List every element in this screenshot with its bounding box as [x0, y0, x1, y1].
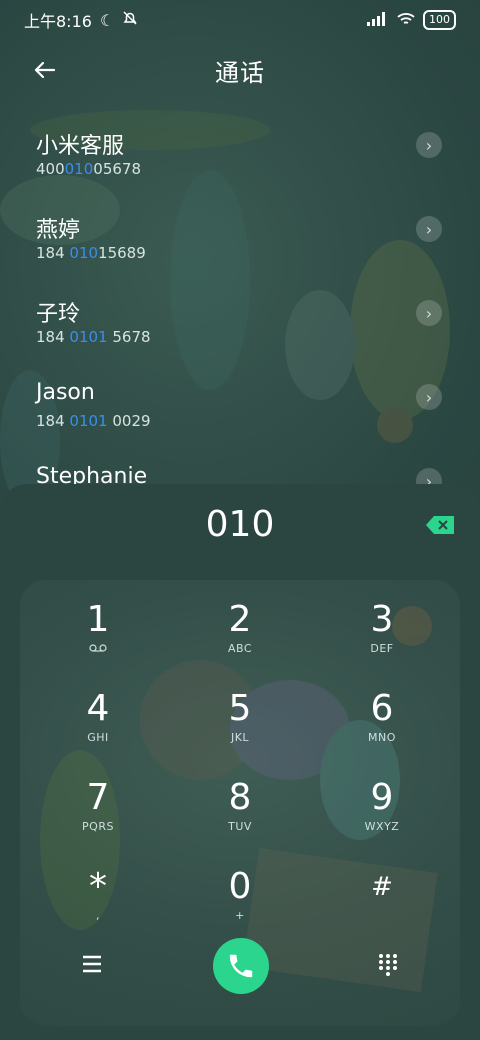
contact-number: 40001005678	[36, 160, 141, 178]
chevron-right-icon[interactable]: ›	[416, 132, 442, 158]
battery-icon: 100	[423, 10, 456, 30]
keypad: 1 2 ABC 3 DEF 4 GHI 5 JKL 6 MNO 7 PQRS 8…	[0, 580, 480, 940]
app-header: 通话	[0, 44, 480, 96]
chevron-right-icon[interactable]: ›	[416, 384, 442, 410]
dialer-panel: 010 1 2 ABC 3 DEF 4 GHI 5 JKL 6 MNO 7 PQ…	[0, 484, 480, 1040]
key-8[interactable]: 8 TUV	[180, 778, 300, 858]
contact-number: 184 01015689	[36, 244, 146, 262]
chevron-right-icon[interactable]: ›	[416, 216, 442, 242]
contact-name: Stephanie	[36, 464, 148, 484]
list-item[interactable]: Stephanie ›	[0, 440, 480, 484]
voicemail-icon	[38, 642, 158, 656]
contact-name: 子玲	[36, 302, 81, 327]
dial-input[interactable]: 010	[0, 504, 480, 545]
status-bar: 上午8:16 ☾ 100	[0, 0, 480, 40]
key-6[interactable]: 6 MNO	[322, 689, 442, 769]
phone-icon	[229, 954, 253, 978]
key-9[interactable]: 9 WXYZ	[322, 778, 442, 858]
list-item[interactable]: 燕婷 184 01015689 ›	[0, 188, 480, 272]
bell-off-icon	[122, 10, 138, 30]
key-1[interactable]: 1	[38, 600, 158, 680]
key-2[interactable]: 2 ABC	[180, 600, 300, 680]
key-4[interactable]: 4 GHI	[38, 689, 158, 769]
contact-number: 184 0101 0029	[36, 412, 151, 430]
moon-icon: ☾	[99, 10, 115, 30]
key-5[interactable]: 5 JKL	[180, 689, 300, 769]
signal-icon	[367, 11, 389, 30]
list-item[interactable]: 小米客服 40001005678 ›	[0, 104, 480, 188]
list-item[interactable]: Jason 184 0101 0029 ›	[0, 356, 480, 440]
call-button[interactable]	[213, 938, 269, 994]
chevron-right-icon[interactable]: ›	[416, 300, 442, 326]
back-arrow-icon[interactable]	[28, 54, 60, 86]
key-3[interactable]: 3 DEF	[322, 600, 442, 680]
menu-icon[interactable]	[80, 952, 104, 976]
contact-name: Jason	[36, 380, 95, 405]
dialer-bottom-bar	[0, 934, 480, 998]
backspace-icon[interactable]	[426, 516, 454, 534]
key-7[interactable]: 7 PQRS	[38, 778, 158, 858]
contact-suggestions: 小米客服 40001005678 › 燕婷 184 01015689 › 子玲 …	[0, 104, 480, 484]
page-title: 通话	[215, 58, 265, 87]
chevron-right-icon[interactable]: ›	[416, 468, 442, 484]
list-item[interactable]: 子玲 184 0101 5678 ›	[0, 272, 480, 356]
wifi-icon	[397, 11, 415, 30]
contact-name: 燕婷	[36, 218, 81, 243]
contact-name: 小米客服	[36, 134, 125, 159]
contact-number: 184 0101 5678	[36, 328, 151, 346]
dialpad-toggle-icon[interactable]	[376, 952, 400, 976]
status-time: 上午8:16	[24, 12, 92, 31]
